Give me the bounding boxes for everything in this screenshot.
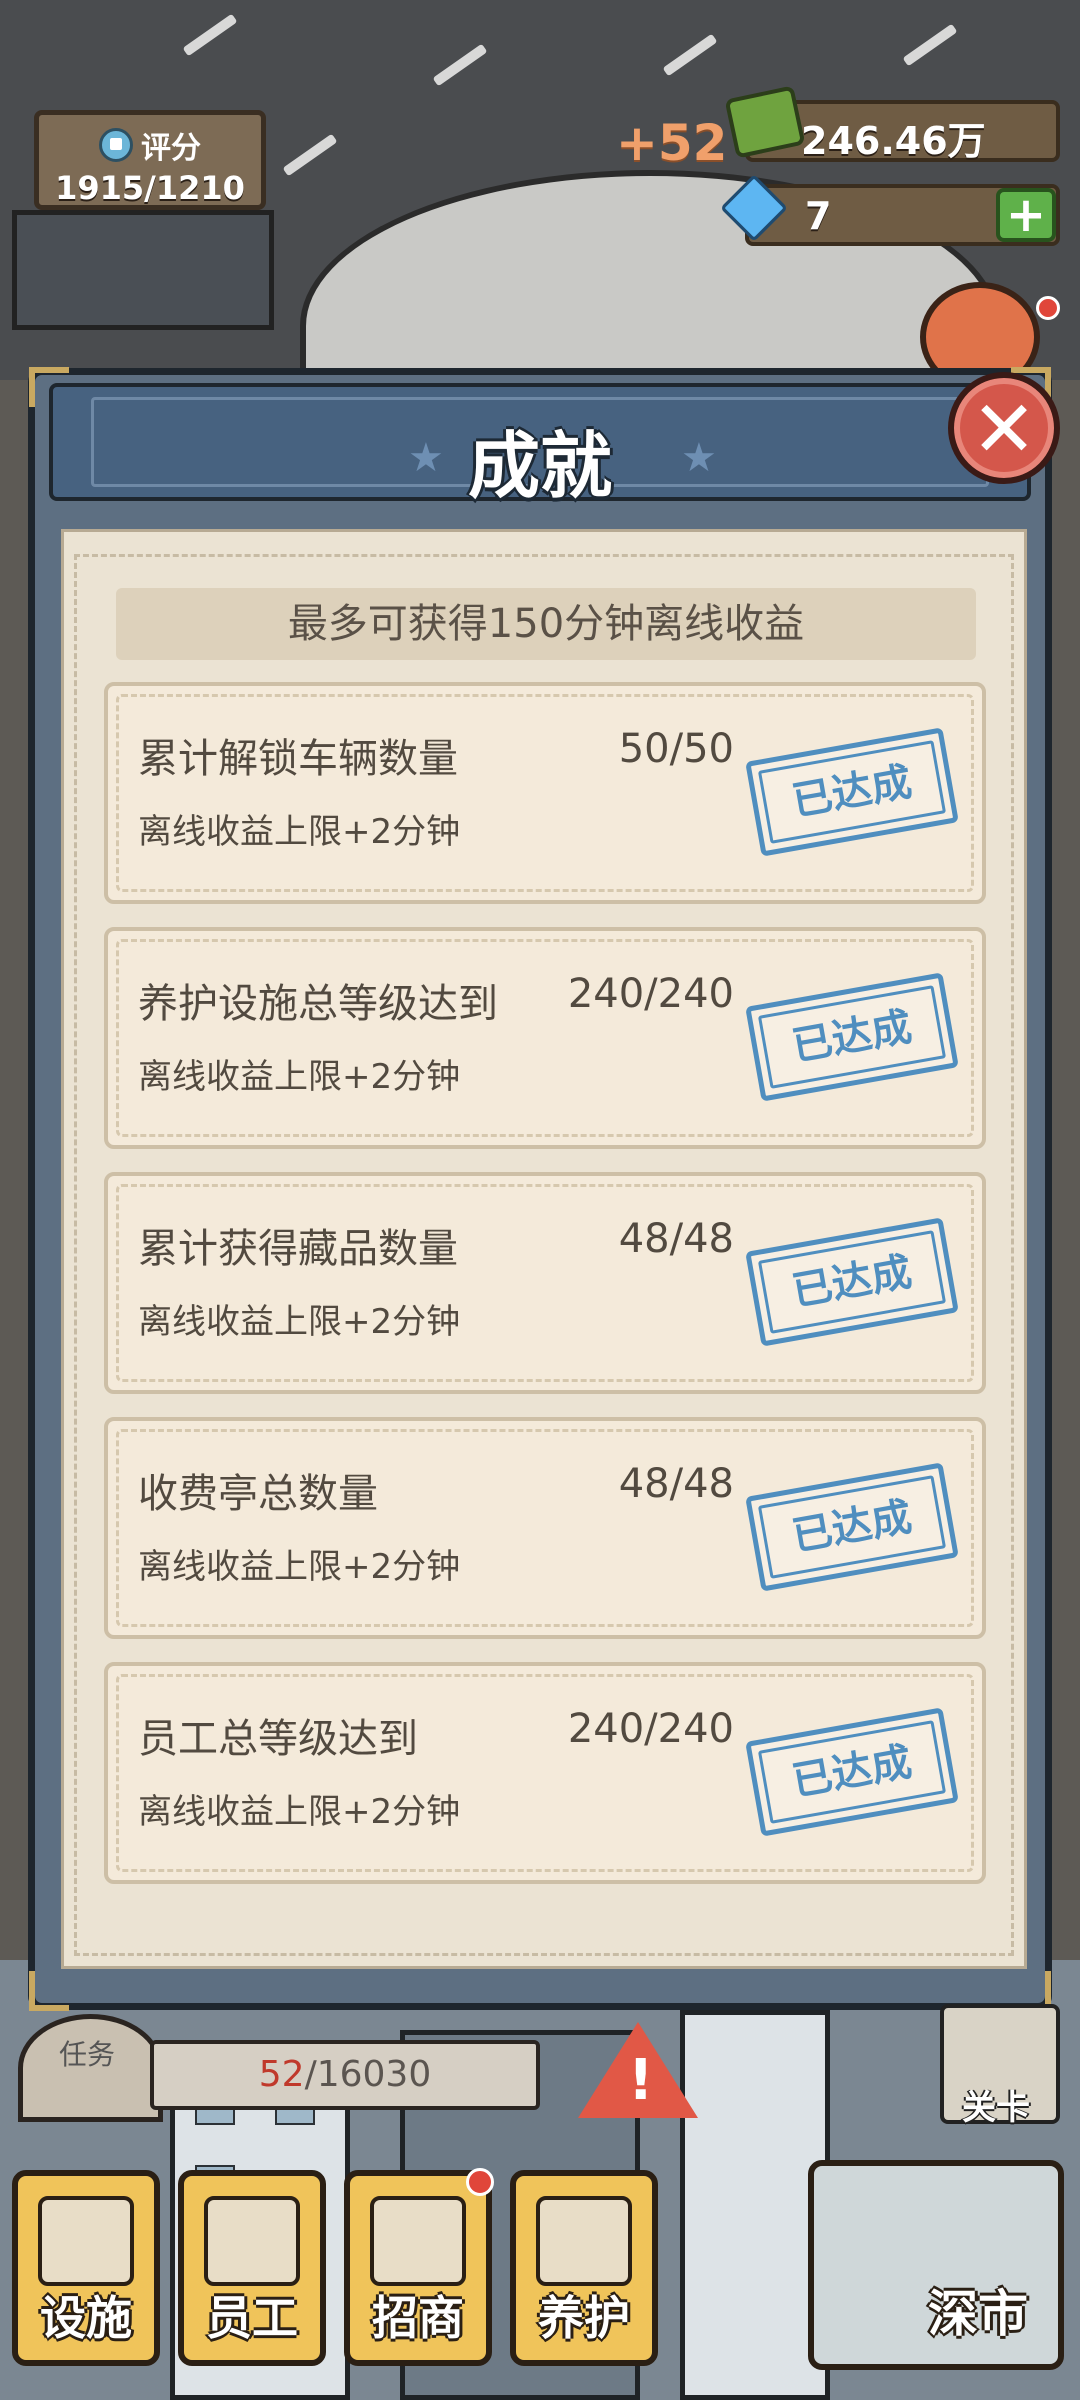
offline-limit-banner: 最多可获得150分钟离线收益 [116, 588, 976, 660]
notification-dot [1036, 296, 1060, 320]
achievement-title: 员工总等级达到 [138, 1716, 418, 1762]
lane-mark [432, 43, 488, 87]
achievement-title: 收费亭总数量 [138, 1471, 378, 1517]
billboard-icon [370, 2196, 466, 2286]
frame-corner [29, 1971, 69, 2011]
task-total: /16030 [304, 2054, 432, 2095]
investment-button[interactable]: 招商 [344, 2168, 494, 2366]
achievement-dialog: ★ ★ 成就 最多可获得150分钟离线收益 累计解锁车辆数量 50/50 离线收… [28, 367, 1052, 2011]
money-gain: +52 [616, 114, 728, 172]
staff-icon [204, 2196, 300, 2286]
achievement-item: 累计获得藏品数量 48/48 离线收益上限+2分钟 已达成 [104, 1172, 986, 1394]
staff-button[interactable]: 员工 [178, 2170, 326, 2366]
gem-value: 7 [805, 194, 832, 238]
add-gem-button[interactable]: + [996, 188, 1056, 242]
achievement-item: 收费亭总数量 48/48 离线收益上限+2分钟 已达成 [104, 1417, 986, 1639]
road-sign [12, 210, 274, 330]
task-progress: 52/16030 [150, 2040, 540, 2110]
level-button[interactable]: 关卡 [940, 2004, 1060, 2128]
gem-counter: 7 + [745, 184, 1060, 246]
rating-board: 评分 1915/1210 [34, 110, 266, 210]
hardhat-icon [536, 2196, 632, 2286]
city-label: 深市 [928, 2285, 1028, 2343]
achievement-progress: 240/240 [567, 971, 734, 1017]
rating-panel[interactable]: 评分 1915/1210 [12, 100, 274, 340]
task-label: 任务 [59, 2038, 116, 2071]
rating-value: 1915/1210 [55, 169, 245, 207]
close-button[interactable]: ✕ [948, 372, 1060, 484]
dialog-title: 成就 [467, 424, 612, 508]
notification-dot [466, 2168, 494, 2196]
achievement-progress: 50/50 [618, 726, 734, 772]
lane-mark [902, 23, 958, 67]
rating-label: 评分 [141, 131, 201, 166]
achievement-reward: 离线收益上限+2分钟 [138, 1547, 461, 1587]
lane-mark [282, 133, 338, 177]
achievement-item: 员工总等级达到 240/240 离线收益上限+2分钟 已达成 [104, 1662, 986, 1884]
facility-button[interactable]: 设施 [12, 2170, 160, 2366]
achievement-title: 累计解锁车辆数量 [138, 736, 458, 782]
achievement-item: 累计解锁车辆数量 50/50 离线收益上限+2分钟 已达成 [104, 682, 986, 904]
rating-icon [99, 128, 133, 162]
achievement-title: 养护设施总等级达到 [138, 981, 498, 1027]
camera-icon [38, 2196, 134, 2286]
achievement-progress: 48/48 [618, 1461, 734, 1507]
lane-mark [182, 13, 238, 57]
achievement-title: 累计获得藏品数量 [138, 1226, 458, 1272]
city-button[interactable]: 深市 [808, 2160, 1064, 2370]
maintenance-button[interactable]: 养护 [510, 2170, 658, 2366]
level-label: 关卡 [962, 2088, 1030, 2128]
achievement-reward: 离线收益上限+2分钟 [138, 1057, 461, 1097]
achievement-paper: 最多可获得150分钟离线收益 累计解锁车辆数量 50/50 离线收益上限+2分钟… [61, 529, 1027, 1969]
investment-label: 招商 [372, 2291, 464, 2345]
staff-label: 员工 [206, 2291, 298, 2345]
achievement-reward: 离线收益上限+2分钟 [138, 1302, 461, 1342]
warning-icon[interactable]: ! [578, 2022, 698, 2122]
achievement-progress: 48/48 [618, 1216, 734, 1262]
facility-label: 设施 [40, 2291, 132, 2345]
achievement-reward: 离线收益上限+2分钟 [138, 812, 461, 852]
task-current: 52 [258, 2054, 305, 2095]
lane-mark [662, 33, 718, 77]
maintenance-label: 养护 [538, 2291, 630, 2345]
achievement-progress: 240/240 [567, 1706, 734, 1752]
achievement-item: 养护设施总等级达到 240/240 离线收益上限+2分钟 已达成 [104, 927, 986, 1149]
task-button[interactable]: 任务 [18, 2014, 163, 2122]
achievement-reward: 离线收益上限+2分钟 [138, 1792, 461, 1832]
close-icon: ✕ [971, 385, 1037, 475]
dialog-header: ★ ★ 成就 [49, 383, 1031, 508]
money-value: 246.46万 [801, 119, 986, 163]
